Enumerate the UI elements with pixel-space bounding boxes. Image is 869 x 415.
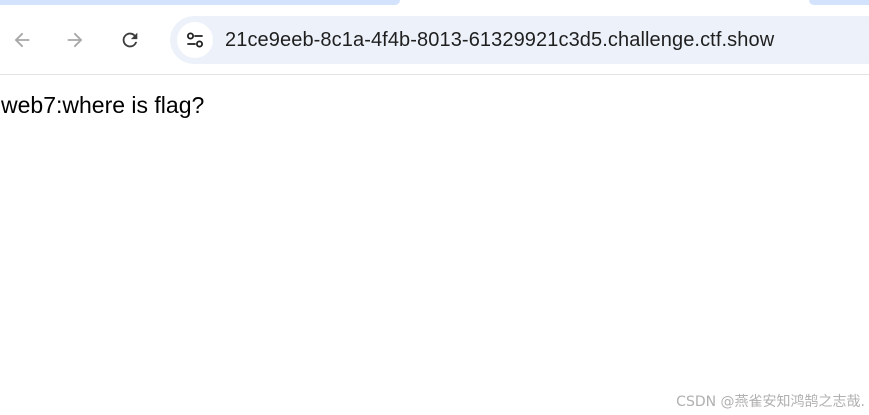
reload-button[interactable] [113, 23, 147, 57]
tune-icon [187, 32, 203, 48]
active-tab-edge[interactable] [0, 0, 400, 5]
tab-edge[interactable] [809, 0, 869, 5]
reload-icon [122, 32, 138, 48]
page-content: web7:where is flag? CSDN @燕雀安知鸿鹄之志哉. [0, 75, 869, 415]
site-info-button[interactable] [177, 22, 213, 58]
forward-button[interactable] [58, 23, 92, 57]
url-text[interactable]: 21ce9eeb-8c1a-4f4b-8013-61329921c3d5.cha… [225, 28, 774, 52]
watermark: CSDN @燕雀安知鸿鹄之志哉. [676, 394, 865, 410]
page-message: web7:where is flag? [1, 92, 205, 118]
back-button[interactable] [5, 23, 39, 57]
address-bar[interactable]: 21ce9eeb-8c1a-4f4b-8013-61329921c3d5.cha… [170, 16, 869, 64]
arrow-left-icon [14, 32, 30, 48]
arrow-right-icon [67, 32, 83, 48]
browser-toolbar: 21ce9eeb-8c1a-4f4b-8013-61329921c3d5.cha… [0, 6, 869, 75]
